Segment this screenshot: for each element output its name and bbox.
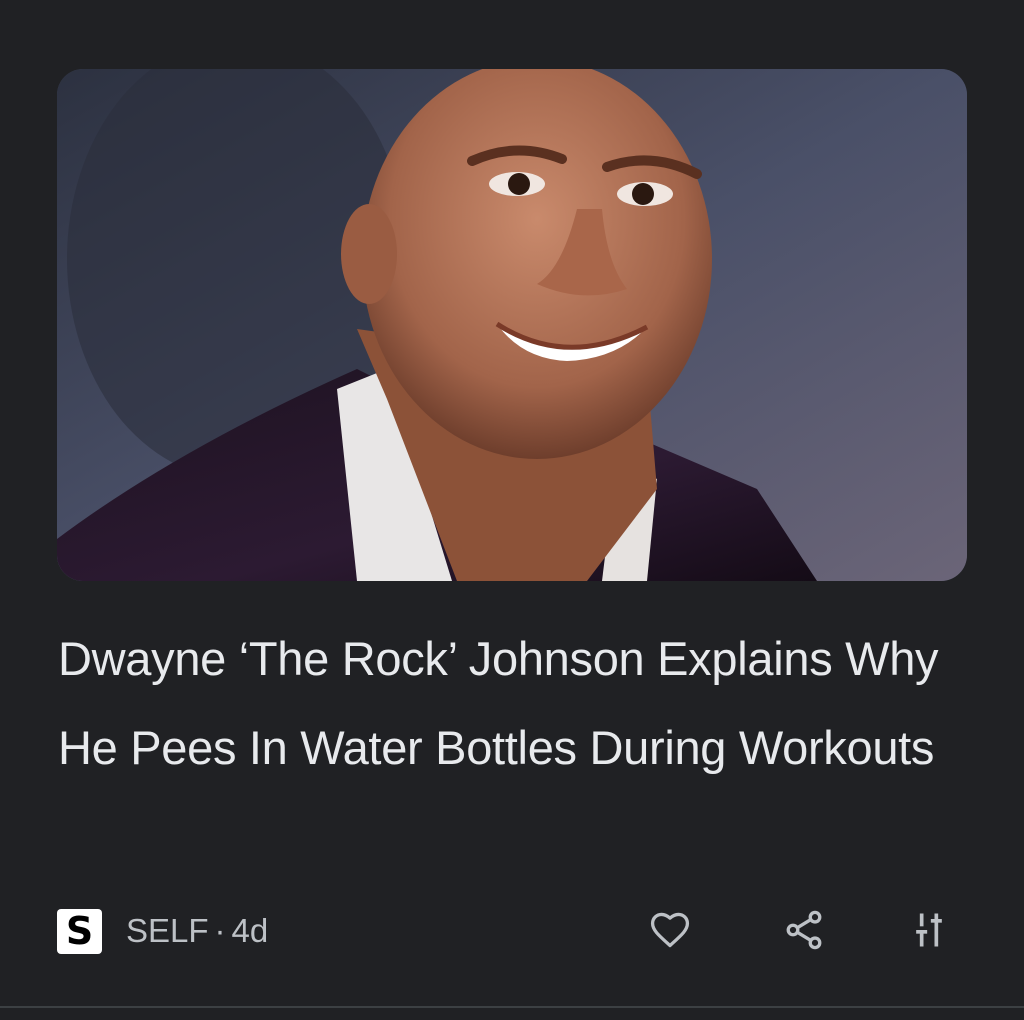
card-divider	[0, 1006, 1024, 1008]
tune-icon	[916, 913, 942, 947]
card-actions	[0, 902, 1024, 958]
heart-outline-icon	[650, 912, 690, 948]
share-icon	[786, 910, 822, 950]
portrait-illustration	[57, 69, 967, 581]
article-headline[interactable]: Dwayne ‘The Rock’ Johnson Explains Why H…	[58, 614, 958, 792]
news-card[interactable]: Dwayne ‘The Rock’ Johnson Explains Why H…	[0, 0, 1024, 1020]
like-button[interactable]	[642, 902, 698, 958]
article-image[interactable]	[57, 69, 967, 581]
share-button[interactable]	[776, 902, 832, 958]
more-options-button[interactable]	[901, 902, 957, 958]
